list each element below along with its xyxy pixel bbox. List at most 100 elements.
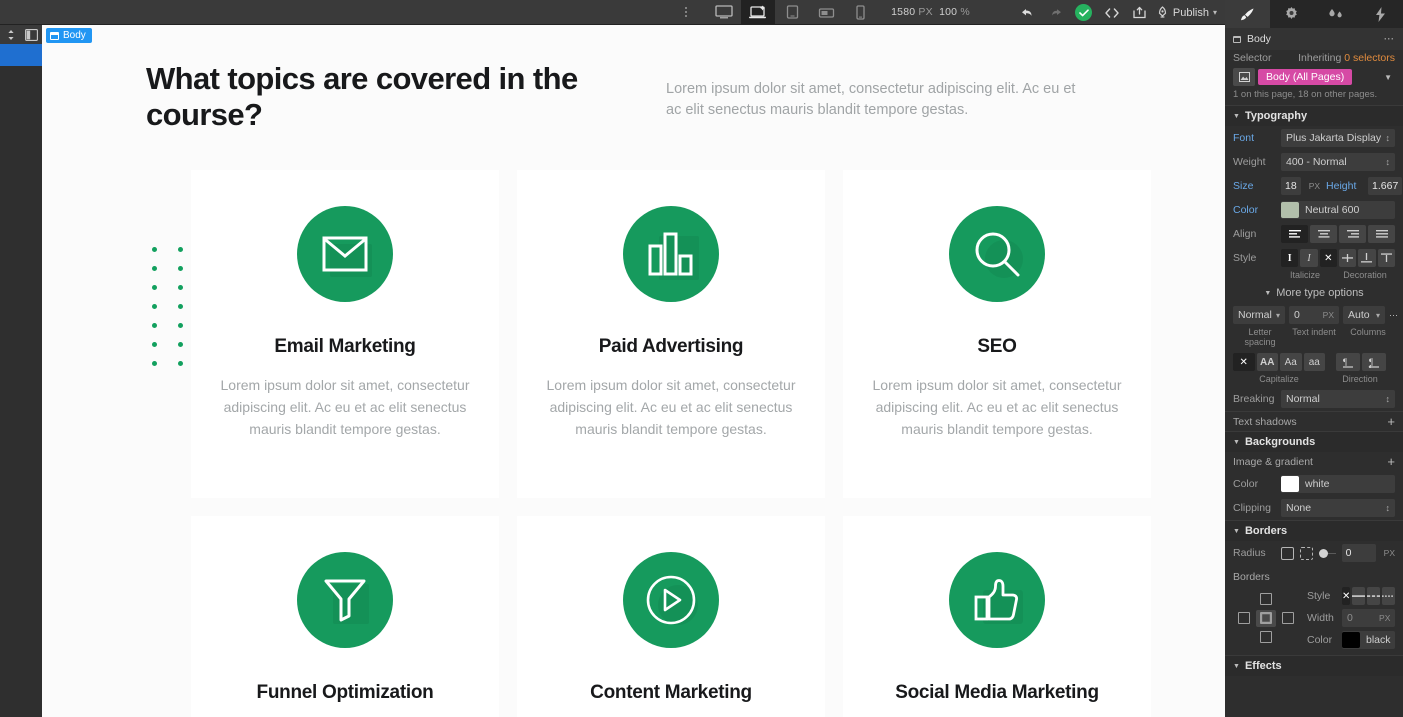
card-body: Lorem ipsum dolor sit amet, consectetur … bbox=[545, 374, 797, 440]
effects-title: Effects bbox=[1245, 660, 1282, 672]
typography-accordion-header[interactable]: ▼ Typography bbox=[1225, 106, 1403, 126]
border-all-button[interactable] bbox=[1256, 610, 1276, 627]
weight-select[interactable]: 400 - Normal bbox=[1281, 153, 1395, 171]
radius-all-corners-icon[interactable] bbox=[1281, 547, 1294, 560]
capitalize-button[interactable]: Aa bbox=[1280, 353, 1302, 371]
font-label[interactable]: Font bbox=[1233, 132, 1275, 144]
columns-more-icon[interactable]: ⋯ bbox=[1389, 310, 1399, 321]
bg-color-field[interactable]: white bbox=[1281, 475, 1395, 493]
card-seo[interactable]: SEO Lorem ipsum dolor sit amet, consecte… bbox=[843, 170, 1151, 498]
capitalize-none-button[interactable]: ✕ bbox=[1233, 353, 1255, 371]
overline-button[interactable] bbox=[1378, 249, 1395, 267]
card-paid-advertising[interactable]: Paid Advertising Lorem ipsum dolor sit a… bbox=[517, 170, 825, 498]
canvas-size-indicator[interactable]: 1580 PX 100 % bbox=[891, 6, 970, 18]
radius-slider[interactable] bbox=[1319, 544, 1336, 562]
tab-settings[interactable] bbox=[1270, 0, 1315, 28]
image-gradient-row[interactable]: Image & gradient + bbox=[1225, 452, 1403, 472]
mobile-portrait-breakpoint-button[interactable] bbox=[843, 0, 877, 25]
border-style-solid-button[interactable] bbox=[1352, 587, 1365, 605]
selector-image-button[interactable] bbox=[1233, 68, 1255, 86]
add-image-gradient-icon[interactable]: + bbox=[1387, 457, 1395, 467]
selector-chip[interactable]: Body (All Pages) bbox=[1258, 69, 1352, 85]
tab-interactions[interactable] bbox=[1314, 0, 1359, 28]
envelope-icon bbox=[322, 236, 368, 272]
align-justify-button[interactable] bbox=[1368, 225, 1395, 243]
breaking-select[interactable]: Normal bbox=[1281, 390, 1395, 408]
height-input[interactable]: 1.667 bbox=[1368, 177, 1402, 195]
size-label[interactable]: Size bbox=[1233, 180, 1275, 192]
body-element-badge[interactable]: Body bbox=[46, 28, 92, 43]
font-select[interactable]: Plus Jakarta Display bbox=[1281, 129, 1395, 147]
italic-button[interactable]: I bbox=[1300, 249, 1317, 267]
radius-slider-knob[interactable] bbox=[1319, 549, 1328, 558]
border-bottom-button[interactable] bbox=[1256, 629, 1276, 646]
border-style-dotted-button[interactable] bbox=[1382, 587, 1395, 605]
text-color-field[interactable]: Neutral 600 bbox=[1281, 201, 1395, 219]
borders-accordion-header[interactable]: ▼ Borders bbox=[1225, 521, 1403, 541]
uppercase-button[interactable]: AA bbox=[1257, 353, 1279, 371]
strikethrough-button[interactable] bbox=[1339, 249, 1356, 267]
export-button[interactable] bbox=[1126, 0, 1154, 25]
card-email-marketing[interactable]: Email Marketing Lorem ipsum dolor sit am… bbox=[191, 170, 499, 498]
border-left-button[interactable] bbox=[1234, 610, 1254, 627]
height-label[interactable]: Height bbox=[1326, 180, 1362, 192]
bold-button[interactable]: I bbox=[1281, 249, 1298, 267]
direction-rtl-button[interactable]: ¶ bbox=[1362, 353, 1386, 371]
publish-button[interactable]: Publish ▾ bbox=[1154, 0, 1225, 25]
letter-spacing-input[interactable]: Normal bbox=[1233, 306, 1285, 324]
radius-individual-corners-icon[interactable] bbox=[1300, 547, 1313, 560]
size-unit: PX bbox=[1309, 181, 1320, 191]
panel-toggle-icon[interactable] bbox=[24, 28, 38, 42]
undo-button[interactable] bbox=[1014, 0, 1042, 25]
lowercase-button[interactable]: aa bbox=[1304, 353, 1326, 371]
border-width-input[interactable]: 0 PX bbox=[1342, 609, 1395, 627]
border-top-button[interactable] bbox=[1256, 591, 1276, 608]
card-funnel-optimization[interactable]: Funnel Optimization Lorem ipsum dolor si… bbox=[191, 516, 499, 717]
magnifier-icon bbox=[973, 230, 1021, 278]
rail-selected-item[interactable] bbox=[0, 44, 42, 66]
more-options-icon[interactable] bbox=[675, 0, 697, 24]
underline-button[interactable] bbox=[1358, 249, 1375, 267]
design-canvas[interactable]: Body What topics are covered in the cour… bbox=[42, 25, 1403, 717]
color-label[interactable]: Color bbox=[1233, 204, 1275, 216]
border-color-field[interactable]: black bbox=[1342, 631, 1395, 649]
tab-style[interactable] bbox=[1225, 0, 1270, 28]
direction-ltr-button[interactable]: ¶ bbox=[1336, 353, 1360, 371]
bg-color-swatch[interactable] bbox=[1281, 476, 1299, 492]
size-input[interactable]: 18 bbox=[1281, 177, 1301, 195]
text-indent-input[interactable]: 0 PX bbox=[1289, 306, 1339, 324]
add-text-shadow-icon[interactable]: + bbox=[1387, 417, 1395, 427]
columns-input[interactable]: Auto bbox=[1343, 306, 1385, 324]
more-type-options-toggle[interactable]: ▼ More type options bbox=[1225, 283, 1403, 303]
text-color-swatch[interactable] bbox=[1281, 202, 1299, 218]
border-style-none-button[interactable]: ✕ bbox=[1342, 587, 1350, 605]
border-right-button[interactable] bbox=[1278, 610, 1298, 627]
clipping-select[interactable]: None bbox=[1281, 499, 1395, 517]
code-view-button[interactable] bbox=[1098, 0, 1126, 25]
selector-dropdown-icon[interactable]: ▼ bbox=[1384, 73, 1395, 82]
mobile-landscape-breakpoint-button[interactable] bbox=[809, 0, 843, 25]
backgrounds-accordion-header[interactable]: ▼ Backgrounds bbox=[1225, 432, 1403, 452]
border-style-dashed-button[interactable] bbox=[1367, 587, 1380, 605]
image-icon bbox=[1239, 72, 1250, 82]
laptop-breakpoint-button[interactable] bbox=[741, 0, 775, 25]
effects-accordion-header[interactable]: ▼ Effects bbox=[1225, 656, 1403, 676]
tablet-breakpoint-button[interactable] bbox=[775, 0, 809, 25]
border-color-swatch[interactable] bbox=[1342, 632, 1360, 648]
tab-effects[interactable] bbox=[1359, 0, 1403, 28]
vertical-resize-icon[interactable] bbox=[4, 28, 18, 42]
panel-more-icon[interactable]: ⋯ bbox=[1384, 33, 1396, 45]
publish-status-button[interactable] bbox=[1070, 0, 1098, 25]
desktop-breakpoint-button[interactable] bbox=[707, 0, 741, 25]
radius-input[interactable]: 0 bbox=[1342, 544, 1376, 562]
no-decoration-button[interactable]: ✕ bbox=[1320, 249, 1337, 267]
size-value: 18 bbox=[1285, 180, 1297, 192]
align-left-button[interactable] bbox=[1281, 225, 1308, 243]
text-shadows-row[interactable]: Text shadows + bbox=[1225, 411, 1403, 431]
align-center-button[interactable] bbox=[1310, 225, 1337, 243]
redo-button[interactable] bbox=[1042, 0, 1070, 25]
card-social-media-marketing[interactable]: Social Media Marketing Lorem ipsum dolor… bbox=[843, 516, 1151, 717]
card-content-marketing[interactable]: Content Marketing Lorem ipsum dolor sit … bbox=[517, 516, 825, 717]
card-title: Paid Advertising bbox=[545, 336, 797, 358]
align-right-button[interactable] bbox=[1339, 225, 1366, 243]
